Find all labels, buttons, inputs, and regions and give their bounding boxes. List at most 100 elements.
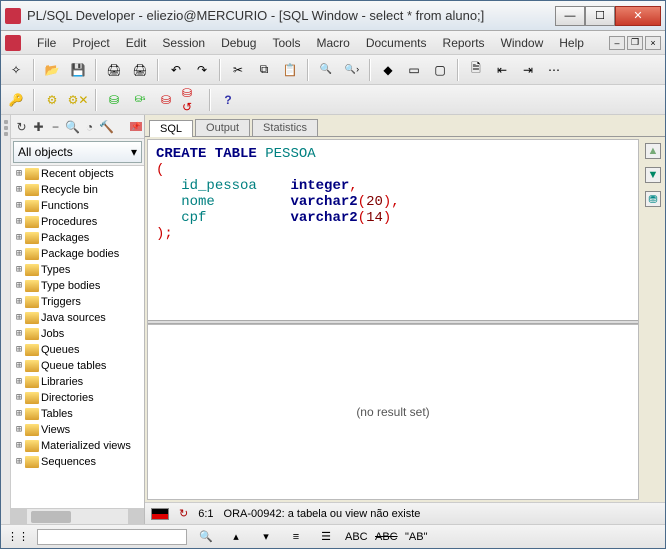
menubar: File Project Edit Session Debug Tools Ma… [1, 31, 665, 55]
tree-item[interactable]: ⊞Materialized views [11, 438, 144, 454]
tab-sql[interactable]: SQL [149, 120, 193, 137]
maximize-button[interactable]: ☐ [585, 6, 615, 26]
case-icon[interactable]: ABC [345, 531, 367, 543]
refresh-status-icon[interactable]: ↻ [179, 507, 188, 520]
explain-icon[interactable]: ◆ [377, 59, 399, 81]
hammer-icon[interactable]: 🔨 [98, 120, 115, 134]
find-down-icon[interactable]: 🔍 [195, 530, 217, 543]
tree-item[interactable]: ⊞Types [11, 262, 144, 278]
menu-help[interactable]: Help [551, 34, 592, 52]
menu-documents[interactable]: Documents [358, 34, 435, 52]
tree-item[interactable]: ⊞Package bodies [11, 246, 144, 262]
redo-icon[interactable]: ↷ [191, 59, 213, 81]
result-panel: (no result set) [148, 324, 638, 499]
print-icon[interactable]: 🖨 [103, 59, 125, 81]
editor-area: CREATE TABLE PESSOA ( id_pessoa integer,… [147, 139, 639, 500]
add-icon[interactable]: ✚ [30, 120, 47, 134]
titlebar: PL/SQL Developer - eliezio@MERCURIO - [S… [1, 1, 665, 31]
minimize-button[interactable]: — [555, 6, 585, 26]
search-input[interactable] [37, 529, 187, 545]
print-setup-icon[interactable]: 🖨 [129, 59, 151, 81]
copy-icon[interactable]: ⧉ [253, 59, 275, 81]
sql-editor[interactable]: CREATE TABLE PESSOA ( id_pessoa integer,… [148, 140, 638, 320]
scroll-down-icon[interactable]: ▼ [645, 167, 661, 183]
left-handle[interactable] [1, 115, 11, 524]
tree-item[interactable]: ⊞Triggers [11, 294, 144, 310]
tree-item[interactable]: ⊞Tables [11, 406, 144, 422]
commit-sql-icon[interactable]: ⛁ˢ [129, 89, 151, 111]
new-icon[interactable]: ✧ [5, 59, 27, 81]
tree-item[interactable]: ⊞Sequences [11, 454, 144, 470]
open-icon[interactable]: 📂 [41, 59, 63, 81]
help-icon[interactable]: ? [217, 89, 239, 111]
object-filter-combo[interactable]: All objects ▾ [13, 141, 142, 163]
menu-window[interactable]: Window [493, 34, 552, 52]
tree-h-scrollbar[interactable] [11, 508, 144, 524]
tree-item[interactable]: ⊞Directories [11, 390, 144, 406]
fetch-icon[interactable]: ⛃ [645, 191, 661, 207]
word-icon[interactable]: ABC [375, 531, 397, 543]
new-window-icon[interactable]: ▢ [429, 59, 451, 81]
nav-down-icon[interactable]: ▾ [255, 530, 277, 543]
toolbar-session: 🔑 ⚙ ⚙✕ ⛁ ⛁ˢ ⛁ ⛁↺ ? [1, 85, 665, 115]
tree-item[interactable]: ⊞Views [11, 422, 144, 438]
menu-tools[interactable]: Tools [264, 34, 308, 52]
rollback-all-icon[interactable]: ⛁↺ [181, 89, 203, 111]
tree-item[interactable]: ⊞Procedures [11, 214, 144, 230]
undo-icon[interactable]: ↶ [165, 59, 187, 81]
mdi-close-button[interactable]: × [645, 36, 661, 50]
menu-project[interactable]: Project [64, 34, 117, 52]
search-handle-icon[interactable]: ⋮⋮ [7, 530, 29, 543]
execute-icon[interactable]: ⚙ [41, 89, 63, 111]
mdi-minimize-button[interactable]: – [609, 36, 625, 50]
tree-item[interactable]: ⊞Java sources [11, 310, 144, 326]
menu-file[interactable]: File [29, 34, 64, 52]
delete-icon[interactable]: − [47, 120, 64, 134]
tree-item[interactable]: ⊞Recent objects [11, 166, 144, 182]
object-browser: ↻ ✚ − 🔍 ◔ 🔨 📌 All objects ▾ ⊞Recent obje… [11, 115, 145, 524]
tabstrip: SQL Output Statistics [145, 115, 665, 137]
tree-item[interactable]: ⊞Queue tables [11, 358, 144, 374]
tab-output[interactable]: Output [195, 119, 250, 136]
tree-item[interactable]: ⊞Libraries [11, 374, 144, 390]
tab-statistics[interactable]: Statistics [252, 119, 318, 136]
indent-right-icon[interactable]: ⇥ [517, 59, 539, 81]
search-icon[interactable]: 🔍 [64, 120, 81, 134]
report-icon[interactable]: 🗎 [465, 59, 487, 81]
tree-item[interactable]: ⊞Jobs [11, 326, 144, 342]
menu-reports[interactable]: Reports [435, 34, 493, 52]
logon-icon[interactable]: 🔑 [5, 89, 27, 111]
nav-up-icon[interactable]: ▴ [225, 530, 247, 543]
filter-icon[interactable]: ◔ [81, 120, 98, 134]
save-icon[interactable]: 💾 [67, 59, 89, 81]
pin-icon[interactable]: 📌 [130, 122, 142, 131]
tree-item[interactable]: ⊞Type bodies [11, 278, 144, 294]
object-tree[interactable]: ⊞Recent objects⊞Recycle bin⊞Functions⊞Pr… [11, 165, 144, 508]
refresh-icon[interactable]: ↻ [13, 120, 30, 134]
menu-session[interactable]: Session [154, 34, 213, 52]
tree-item[interactable]: ⊞Recycle bin [11, 182, 144, 198]
close-button[interactable]: ✕ [615, 6, 661, 26]
scroll-up-icon[interactable]: ▲ [645, 143, 661, 159]
menu-debug[interactable]: Debug [213, 34, 264, 52]
regex-icon[interactable]: "AB" [405, 531, 427, 543]
menu-edit[interactable]: Edit [118, 34, 155, 52]
list-icon[interactable]: ☰ [315, 530, 337, 543]
find-next-icon[interactable]: 🔍› [341, 59, 363, 81]
find-icon[interactable]: 🔍 [315, 59, 337, 81]
comment-icon[interactable]: ⋯ [543, 59, 565, 81]
break-icon[interactable]: ⚙✕ [67, 89, 89, 111]
indent-left-icon[interactable]: ⇤ [491, 59, 513, 81]
query-icon[interactable]: ▭ [403, 59, 425, 81]
paste-icon[interactable]: 📋 [279, 59, 301, 81]
body: ↻ ✚ − 🔍 ◔ 🔨 📌 All objects ▾ ⊞Recent obje… [1, 115, 665, 524]
mdi-restore-button[interactable]: ❐ [627, 36, 643, 50]
tree-item[interactable]: ⊞Functions [11, 198, 144, 214]
tree-item[interactable]: ⊞Packages [11, 230, 144, 246]
cut-icon[interactable]: ✂ [227, 59, 249, 81]
menu-macro[interactable]: Macro [308, 34, 357, 52]
highlight-icon[interactable]: ≡ [285, 531, 307, 543]
tree-item[interactable]: ⊞Queues [11, 342, 144, 358]
commit-icon[interactable]: ⛁ [103, 89, 125, 111]
rollback-icon[interactable]: ⛁ [155, 89, 177, 111]
